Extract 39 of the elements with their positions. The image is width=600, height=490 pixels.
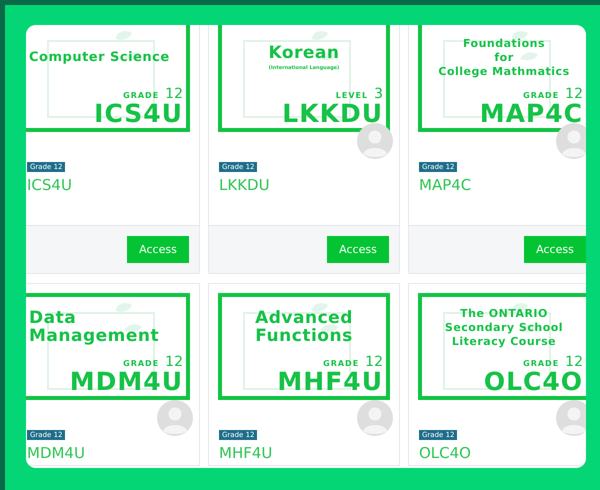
course-title-text: Management xyxy=(29,328,160,346)
level-label: GRADE xyxy=(523,360,560,368)
level-label: GRADE xyxy=(523,92,560,100)
course-name-link[interactable]: ICS4U xyxy=(27,176,72,194)
course-name-link[interactable]: OLC4O xyxy=(419,444,471,462)
course-title-text: College Mathmatics xyxy=(438,64,570,79)
course-code-text: MAP4C xyxy=(480,101,583,126)
course-title-text: Data xyxy=(29,310,76,328)
level-number: 12 xyxy=(565,87,583,101)
level-number: 3 xyxy=(374,87,383,101)
course-code-text: LKKDU xyxy=(282,101,383,126)
course-code-text: MDM4U xyxy=(70,369,183,394)
level-label: GRADE xyxy=(123,360,160,368)
course-title-text: Computer Science xyxy=(29,51,170,65)
course-title-text: Functions xyxy=(255,328,353,346)
level-label: GRADE xyxy=(123,92,160,100)
course-title-text: Advanced xyxy=(255,310,353,328)
course-code-text: ICS4U xyxy=(94,101,183,126)
level-label: GRADE xyxy=(323,360,360,368)
course-name-link[interactable]: MAP4C xyxy=(419,176,472,194)
level-number: 12 xyxy=(565,355,583,369)
course-title-text: for xyxy=(494,51,514,65)
level-label: LEVEL xyxy=(336,92,368,100)
course-title-text: Korean xyxy=(268,45,340,63)
access-button[interactable]: Access xyxy=(127,236,189,263)
level-number: 12 xyxy=(165,87,183,101)
course-name-link[interactable]: MHF4U xyxy=(219,444,272,462)
level-number: 12 xyxy=(365,355,383,369)
course-name-link[interactable]: MDM4U xyxy=(27,444,85,462)
course-title-text: Secondary School xyxy=(444,321,564,335)
course-code-text: OLC4O xyxy=(484,369,583,394)
course-name-link[interactable]: LKKDU xyxy=(219,176,270,194)
access-button[interactable]: Access xyxy=(524,236,586,263)
course-title-text: The ONTARIO xyxy=(460,307,548,322)
level-number: 12 xyxy=(165,355,183,369)
course-title-text: Foundations xyxy=(462,37,546,52)
course-title-text: Literacy Course xyxy=(452,334,556,349)
access-button[interactable]: Access xyxy=(327,236,389,263)
course-code-text: MHF4U xyxy=(277,369,383,394)
